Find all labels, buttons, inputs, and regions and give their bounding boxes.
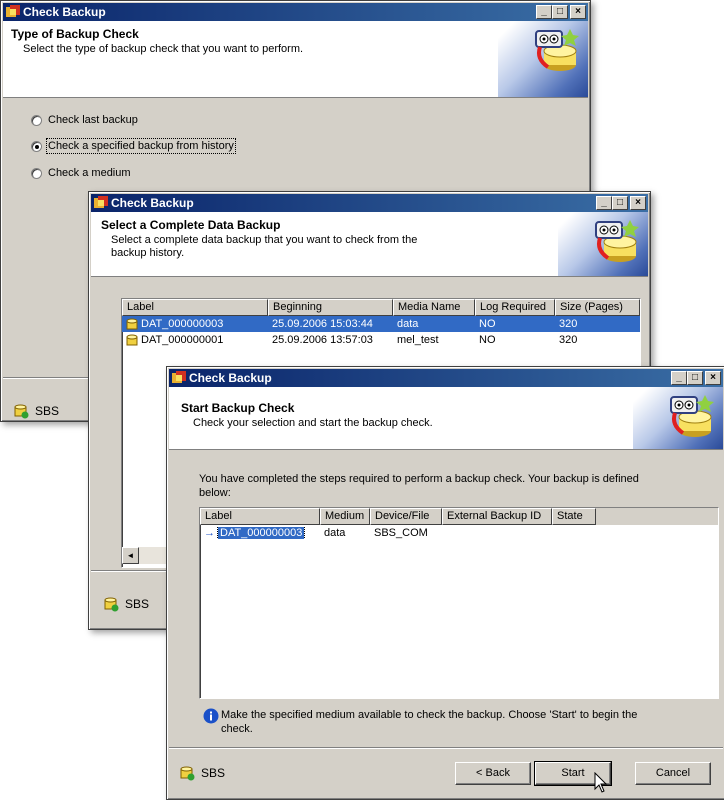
close-button[interactable]: × bbox=[705, 371, 721, 385]
table-row-selected[interactable]: DAT_000000003 25.09.2006 15:03:44 data N… bbox=[122, 316, 640, 332]
database-icon bbox=[180, 766, 195, 781]
column-header-beginning[interactable]: Beginning bbox=[268, 299, 393, 316]
header-banner bbox=[633, 387, 723, 449]
cell-log-required: NO bbox=[479, 318, 496, 330]
database-icon bbox=[104, 597, 119, 612]
column-header-state[interactable]: State bbox=[552, 508, 596, 525]
cell-beginning: 25.09.2006 13:57:03 bbox=[272, 334, 373, 346]
option-label: Check a specified backup from history bbox=[46, 138, 236, 154]
list-header: Label Beginning Media Name Log Required … bbox=[122, 299, 640, 316]
database-robot-icon bbox=[670, 395, 714, 437]
info-text-line1: Make the specified medium available to c… bbox=[221, 709, 638, 721]
database-name: SBS bbox=[125, 597, 150, 611]
header-subtitle: Check your selection and start the backu… bbox=[193, 417, 433, 429]
option-label: Check last backup bbox=[48, 114, 138, 126]
header-banner bbox=[558, 212, 648, 276]
option-label: Check a medium bbox=[48, 167, 131, 179]
database-robot-icon bbox=[535, 29, 579, 71]
column-header-media-name[interactable]: Media Name bbox=[393, 299, 475, 316]
table-row[interactable]: → DAT_000000003 data SBS_COM bbox=[200, 525, 718, 541]
close-button[interactable]: × bbox=[570, 5, 586, 19]
backup-icon bbox=[126, 318, 138, 329]
info-icon bbox=[203, 708, 219, 724]
table-row[interactable]: DAT_000000001 25.09.2006 13:57:03 mel_te… bbox=[122, 332, 640, 348]
title-bar[interactable]: Check Backup _ □ × bbox=[91, 194, 648, 212]
mouse-cursor-icon bbox=[594, 772, 608, 793]
cell-media-name: mel_test bbox=[397, 334, 439, 346]
arrow-right-icon: → bbox=[204, 527, 215, 539]
column-header-medium[interactable]: Medium bbox=[320, 508, 370, 525]
list-header: Label Medium Device/File External Backup… bbox=[200, 508, 718, 525]
window-title: Check Backup bbox=[111, 196, 194, 210]
database-robot-icon bbox=[595, 220, 639, 262]
radio-button[interactable] bbox=[31, 167, 42, 179]
cell-label: DAT_000000003 bbox=[122, 318, 268, 331]
cancel-button[interactable]: Cancel bbox=[635, 762, 711, 785]
column-header-label[interactable]: Label bbox=[122, 299, 268, 316]
maximize-button[interactable]: □ bbox=[687, 371, 703, 385]
intro-text-line1: You have completed the steps required to… bbox=[199, 473, 639, 485]
option-check-medium[interactable]: Check a medium bbox=[31, 167, 131, 179]
database-name: SBS bbox=[35, 404, 60, 418]
header-title: Select a Complete Data Backup bbox=[101, 218, 281, 232]
header-banner bbox=[498, 21, 588, 97]
cell-size: 320 bbox=[559, 318, 578, 330]
app-icon bbox=[6, 5, 20, 17]
app-icon bbox=[94, 196, 108, 208]
footer-database: SBS bbox=[103, 596, 149, 612]
maximize-button[interactable]: □ bbox=[552, 5, 568, 19]
cell-log-required: NO bbox=[479, 334, 496, 346]
maximize-button[interactable]: □ bbox=[612, 196, 628, 210]
column-header-log-required[interactable]: Log Required bbox=[475, 299, 555, 316]
header-title: Start Backup Check bbox=[181, 401, 295, 415]
footer-database: SBS bbox=[13, 403, 59, 419]
scroll-left-button[interactable]: ◄ bbox=[122, 547, 139, 564]
window-start-backup-check: Check Backup _ □ × Start Backup Check Ch… bbox=[166, 366, 724, 800]
column-header-external-backup-id[interactable]: External Backup ID bbox=[442, 508, 552, 525]
header-subtitle-line2: backup history. bbox=[111, 247, 185, 259]
cell-label: → DAT_000000003 bbox=[204, 527, 306, 539]
radio-button[interactable] bbox=[31, 114, 42, 126]
cell-label: DAT_000000001 bbox=[122, 334, 268, 347]
database-icon bbox=[14, 404, 29, 419]
minimize-button[interactable]: _ bbox=[596, 196, 612, 210]
radio-button-selected[interactable] bbox=[31, 140, 42, 152]
header-subtitle-line1: Select a complete data backup that you w… bbox=[111, 234, 418, 246]
footer-database: SBS bbox=[179, 765, 225, 781]
wizard-header: Start Backup Check Check your selection … bbox=[169, 387, 723, 450]
wizard-header: Select a Complete Data Backup Select a c… bbox=[91, 212, 648, 277]
backup-icon bbox=[126, 334, 138, 345]
database-name: SBS bbox=[201, 766, 226, 780]
header-subtitle: Select the type of backup check that you… bbox=[23, 43, 304, 55]
title-bar[interactable]: Check Backup _ □ × bbox=[3, 3, 588, 21]
backup-summary-list[interactable]: Label Medium Device/File External Backup… bbox=[199, 507, 719, 699]
back-button[interactable]: < Back bbox=[455, 762, 531, 785]
window-title: Check Backup bbox=[189, 371, 272, 385]
close-button[interactable]: × bbox=[630, 196, 646, 210]
header-title: Type of Backup Check bbox=[11, 27, 139, 41]
app-icon bbox=[172, 371, 186, 383]
window-title: Check Backup bbox=[23, 5, 106, 19]
footer-separator bbox=[169, 747, 723, 749]
cell-medium: data bbox=[324, 527, 346, 539]
cell-beginning: 25.09.2006 15:03:44 bbox=[272, 318, 373, 330]
info-text-line2: check. bbox=[221, 723, 253, 735]
intro-text-line2: below: bbox=[199, 487, 231, 499]
column-header-label[interactable]: Label bbox=[200, 508, 320, 525]
wizard-header: Type of Backup Check Select the type of … bbox=[3, 21, 588, 98]
cell-device-file: SBS_COM bbox=[374, 527, 428, 539]
column-header-size[interactable]: Size (Pages) bbox=[555, 299, 640, 316]
minimize-button[interactable]: _ bbox=[671, 371, 687, 385]
column-header-device-file[interactable]: Device/File bbox=[370, 508, 442, 525]
cell-size: 320 bbox=[559, 334, 578, 346]
cell-media-name: data bbox=[397, 318, 419, 330]
minimize-button[interactable]: _ bbox=[536, 5, 552, 19]
title-bar[interactable]: Check Backup _ □ × bbox=[169, 369, 723, 387]
option-check-specified-backup[interactable]: Check a specified backup from history bbox=[31, 138, 236, 154]
option-check-last-backup[interactable]: Check last backup bbox=[31, 114, 138, 126]
